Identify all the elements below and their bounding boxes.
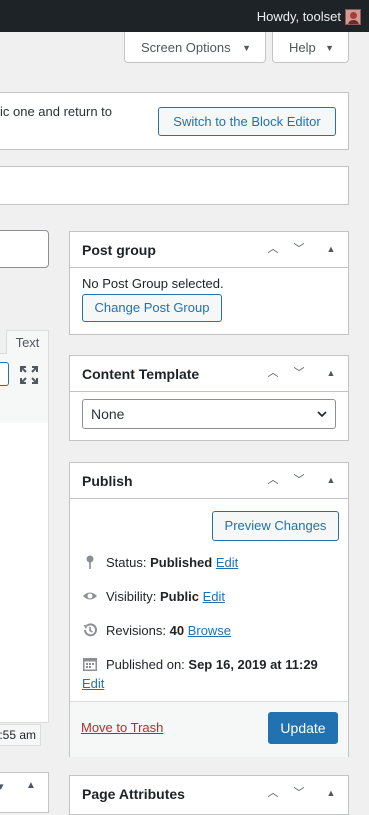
screen-options-button[interactable]: Screen Options ▼ (124, 32, 266, 63)
move-up-icon[interactable]: ︿ (263, 363, 283, 383)
move-to-trash-link[interactable]: Move to Trash (81, 720, 163, 735)
last-edited-time: :55 am (0, 724, 41, 746)
revisions-row: Revisions: 40 Browse (82, 622, 231, 638)
postbox-header: Publish ︿ ﹀ ▲ (70, 463, 348, 499)
status-label: Status: (106, 555, 147, 570)
pin-icon (86, 555, 94, 569)
visibility-label: Visibility: (106, 589, 157, 604)
permalink-field[interactable] (0, 230, 49, 268)
toggle-arrow-icon[interactable]: ▲ (321, 363, 341, 383)
notice-text: ic one and return to (0, 104, 113, 119)
move-up-icon[interactable]: ︿ (263, 783, 283, 803)
chevron-down-icon[interactable]: ▾ (0, 780, 4, 793)
left-postbox-header (0, 772, 49, 813)
post-group-title: Post group (82, 242, 156, 258)
toggle-arrow-icon[interactable]: ▲ (26, 780, 36, 791)
triangle-down-icon: ▼ (242, 43, 251, 53)
help-label: Help (289, 40, 316, 55)
tab-text[interactable]: Text (6, 330, 49, 354)
move-down-icon[interactable]: ﹀ (289, 363, 309, 383)
chevron-down-icon (317, 411, 327, 418)
content-template-box: Content Template ︿ ﹀ ▲ None (69, 355, 349, 441)
avatar[interactable] (345, 9, 361, 25)
publish-title: Publish (82, 473, 133, 489)
update-button[interactable]: Update (268, 712, 338, 744)
visibility-value: Public (159, 589, 199, 604)
content-template-select[interactable]: None (82, 399, 336, 429)
move-down-icon[interactable]: ﹀ (289, 783, 309, 803)
toggle-arrow-icon[interactable]: ▲ (321, 470, 341, 490)
move-up-icon[interactable]: ︿ (263, 470, 283, 490)
triangle-down-icon: ▼ (325, 43, 334, 53)
select-value: None (91, 406, 125, 422)
fullscreen-icon[interactable] (20, 366, 38, 384)
toolbar-field[interactable] (0, 362, 9, 386)
preview-changes-button[interactable]: Preview Changes (212, 511, 339, 541)
move-down-icon[interactable]: ﹀ (289, 470, 309, 490)
published-on-value: Sep 16, 2019 at 11:29 (188, 657, 318, 672)
toggle-arrow-icon[interactable]: ▲ (321, 783, 341, 803)
page-attributes-box: Page Attributes ︿ ﹀ ▲ (69, 775, 349, 815)
revisions-value: 40 (169, 623, 185, 638)
postbox-header: Page Attributes ︿ ﹀ ▲ (70, 776, 348, 812)
published-on-label: Published on: (106, 657, 185, 672)
visibility-row: Visibility: Public Edit (82, 588, 225, 604)
howdy-greeting[interactable]: Howdy, toolset (257, 9, 341, 24)
browse-revisions-link[interactable]: Browse (188, 623, 231, 638)
edit-date-link[interactable]: Edit (82, 676, 104, 691)
publish-box: Publish ︿ ﹀ ▲ Preview Changes Status: Pu… (69, 462, 349, 757)
editor-content-area[interactable] (0, 423, 49, 723)
title-input[interactable] (0, 166, 349, 205)
postbox-header: Content Template ︿ ﹀ ▲ (70, 356, 348, 392)
content-template-title: Content Template (82, 366, 200, 382)
switch-to-block-editor-button[interactable]: Switch to the Block Editor (158, 107, 336, 136)
screen-options-label: Screen Options (141, 40, 231, 55)
history-icon (83, 623, 97, 637)
post-group-status: No Post Group selected. (82, 276, 224, 291)
post-group-box: Post group ︿ ﹀ ▲ No Post Group selected.… (69, 231, 349, 335)
toggle-arrow-icon[interactable]: ▲ (321, 239, 341, 259)
published-on-row: Published on: Sep 16, 2019 at 11:29 (82, 656, 318, 672)
page-attributes-title: Page Attributes (82, 786, 185, 802)
move-down-icon[interactable]: ﹀ (289, 239, 309, 259)
edit-visibility-link[interactable]: Edit (203, 589, 225, 604)
edit-status-link[interactable]: Edit (216, 555, 238, 570)
move-up-icon[interactable]: ︿ (263, 239, 283, 259)
calendar-icon (83, 658, 97, 671)
status-value: Published (150, 555, 213, 570)
revisions-label: Revisions: (106, 623, 166, 638)
status-row: Status: Published Edit (82, 554, 238, 570)
eye-icon (83, 592, 97, 600)
major-publishing-actions: Move to Trash Update (70, 701, 348, 757)
change-post-group-button[interactable]: Change Post Group (82, 294, 222, 322)
postbox-header: Post group ︿ ﹀ ▲ (70, 232, 348, 268)
help-button[interactable]: Help ▼ (272, 32, 349, 63)
